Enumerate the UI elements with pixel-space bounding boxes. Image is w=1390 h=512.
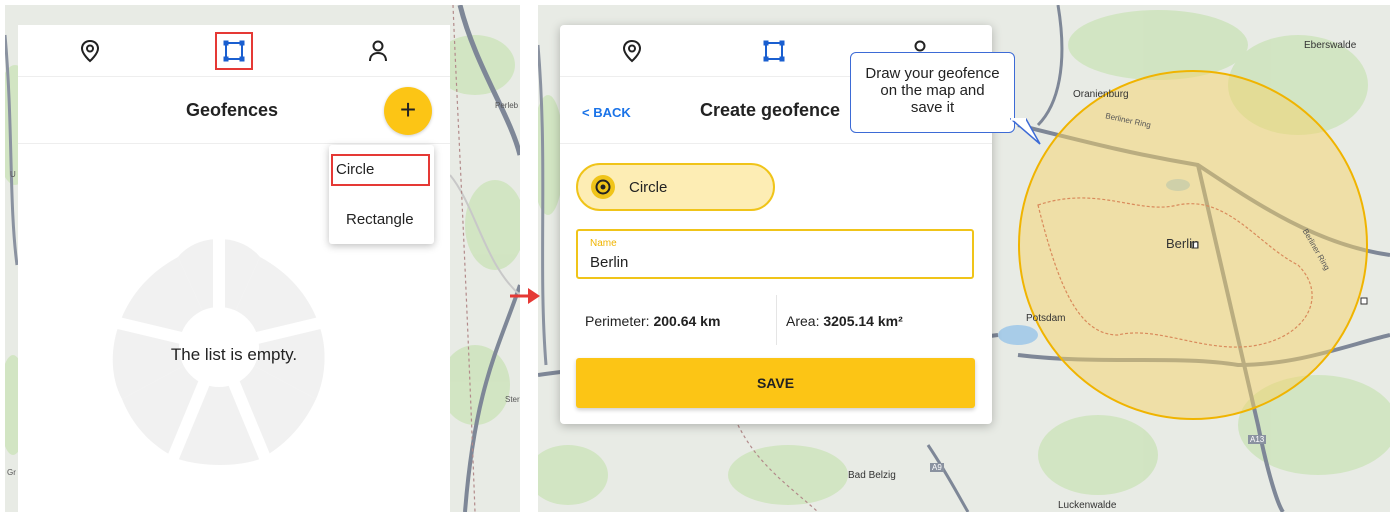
menu-item-label: Rectangle [346, 211, 414, 228]
menu-item-rectangle[interactable]: Rectangle [329, 200, 434, 240]
back-button[interactable]: < BACK [582, 105, 631, 120]
shape-type-circle-button[interactable]: Circle [576, 163, 775, 211]
perimeter-value: 200.64 km [653, 313, 721, 329]
geofence-stats: Perimeter: 200.64 km Area: 3205.14 km² [560, 295, 992, 345]
tab-locations[interactable] [618, 37, 646, 65]
map-label-a13: A13 [1248, 435, 1267, 444]
tooltip-line: on the map and [880, 82, 985, 99]
save-button[interactable]: SAVE [576, 358, 975, 408]
location-pin-icon [622, 39, 642, 63]
menu-item-circle[interactable]: Circle [329, 150, 434, 190]
page-title: Geofences [186, 100, 279, 120]
shape-dropdown-menu: Circle Rectangle [329, 145, 434, 244]
name-field[interactable]: Name [576, 229, 974, 279]
area-label: Area: [786, 313, 820, 329]
tooltip-line: Draw your geofence [865, 65, 1000, 82]
user-icon [369, 40, 387, 62]
map-label-potsdam: Potsdam [1026, 313, 1066, 324]
area-value: 3205.14 km² [823, 313, 903, 329]
map-label-luckenwalde: Luckenwalde [1058, 500, 1117, 511]
shape-type-label: Circle [629, 179, 668, 196]
arrow-right-icon [510, 288, 540, 304]
map-label: Perleb [495, 101, 519, 110]
page-title: Create geofence [700, 100, 841, 120]
map-label-oranienburg: Oranienburg [1073, 89, 1129, 100]
tab-geofences[interactable] [760, 37, 788, 65]
instruction-tooltip: Draw your geofence on the map and save i… [850, 52, 1015, 133]
add-geofence-button[interactable]: + [384, 87, 432, 135]
tab-bar [18, 25, 450, 77]
stats-divider [776, 295, 777, 345]
map-label-eberswalde: Eberswalde [1304, 40, 1357, 51]
tab-geofences[interactable] [215, 32, 253, 70]
map-label: U [10, 170, 16, 179]
geofence-polygon-icon [763, 40, 785, 62]
circle-target-icon [591, 175, 615, 199]
map-label-a9: A9 [930, 463, 944, 472]
tab-locations[interactable] [76, 37, 104, 65]
highlight-box [331, 154, 430, 186]
location-pin-icon [80, 39, 100, 63]
name-input[interactable] [590, 251, 960, 273]
map-label-berlin: Berlin [1166, 236, 1200, 251]
map-label-bad-belzig: Bad Belzig [848, 470, 896, 481]
tooltip-line: save it [910, 99, 955, 116]
empty-state-message: The list is empty. [170, 345, 298, 364]
map-label: Gr [7, 468, 16, 477]
perimeter-label: Perimeter: [585, 313, 650, 329]
tab-profile[interactable] [364, 37, 392, 65]
geofence-polygon-icon [223, 40, 245, 62]
tooltip-tail [1010, 118, 1041, 145]
map-label: Ster [505, 395, 520, 404]
perimeter-stat: Perimeter: 200.64 km [585, 313, 720, 329]
area-stat: Area: 3205.14 km² [786, 313, 903, 329]
name-field-label: Name [590, 238, 617, 249]
